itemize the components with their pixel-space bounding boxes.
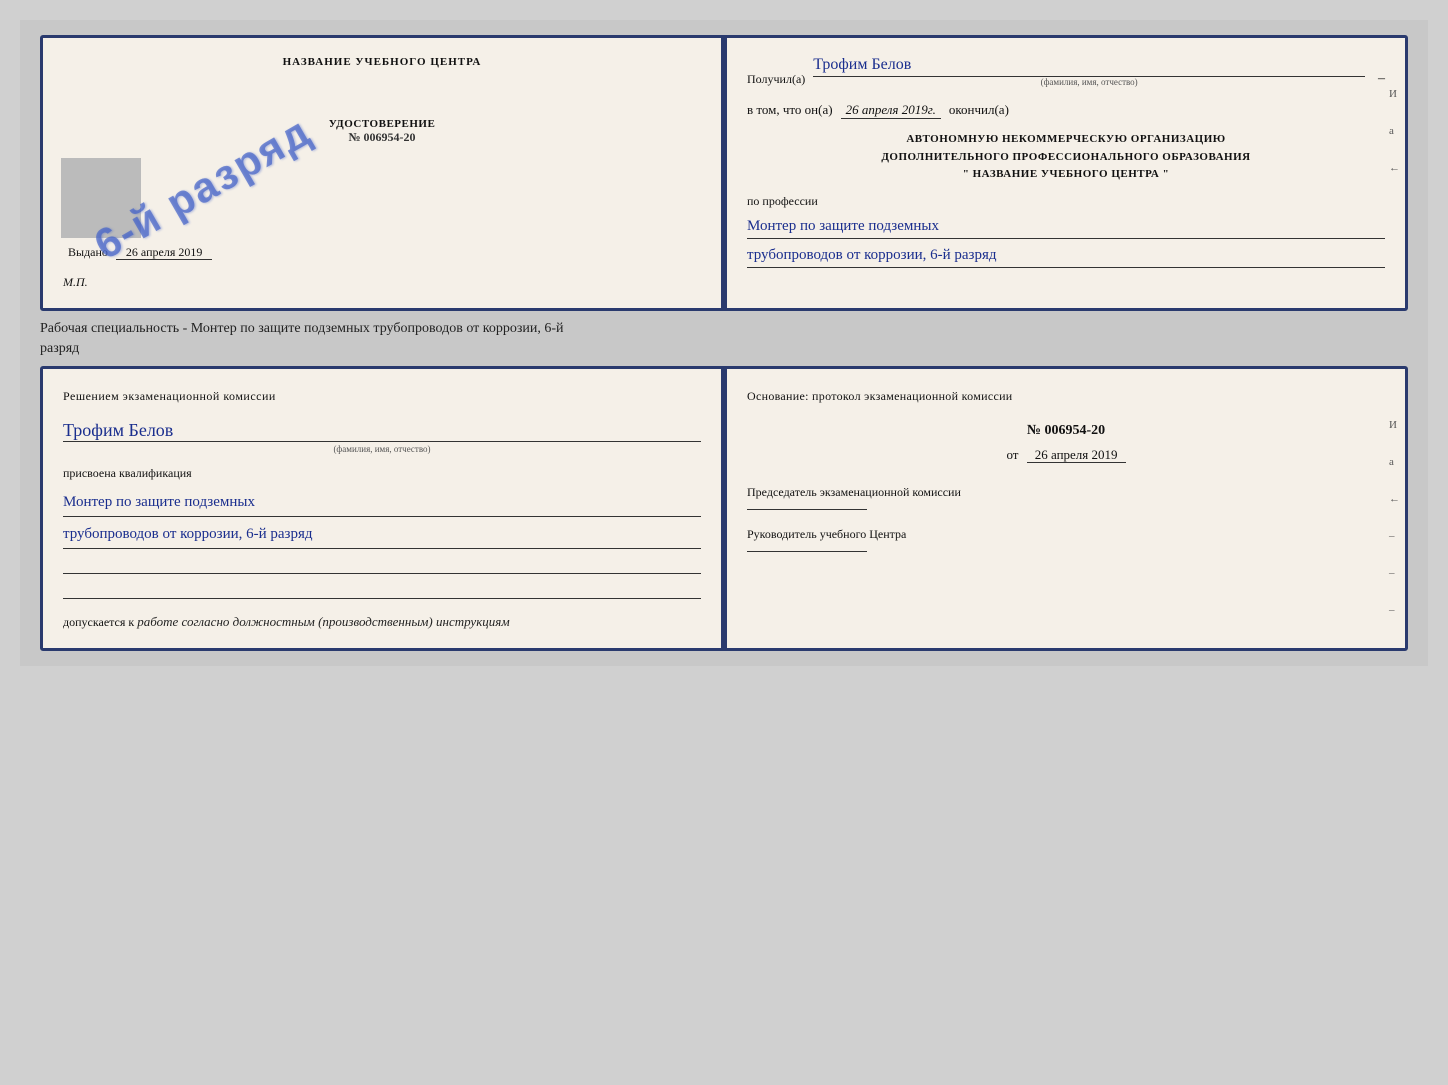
bottom-chairman-sig-line [747, 509, 867, 510]
bottom-right-osnov: Основание: протокол экзаменационной коми… [747, 387, 1385, 405]
bottom-side-char-1: И [1389, 419, 1400, 431]
bottom-section-title: Решением экзаменационной комиссии [63, 387, 701, 405]
bottom-qualification-line1: Монтер по защите подземных [63, 489, 701, 517]
bottom-chairman-title: Председатель экзаменационной комиссии [747, 483, 1385, 501]
top-certificate: НАЗВАНИЕ УЧЕБНОГО ЦЕНТРА 6-й разряд УДОС… [40, 35, 1408, 311]
side-char-1: И [1389, 88, 1400, 100]
bottom-допускается-value-text: работе согласно должностным (производств… [137, 614, 509, 629]
side-char-3: ← [1389, 162, 1400, 174]
cert-received-section: Получил(а) Трофим Белов (фамилия, имя, о… [747, 56, 1385, 87]
cert-date-value: 26 апреля 2019г. [841, 102, 941, 119]
cert-bottom-left-page: Решением экзаменационной комиссии Трофим… [43, 369, 727, 648]
cert-org-block: АВТОНОМНУЮ НЕКОММЕРЧЕСКУЮ ОРГАНИЗАЦИЮ ДО… [747, 131, 1385, 184]
bottom-qualification-line2: трубопроводов от коррозии, 6-й разряд [63, 521, 701, 549]
cert-org-line2: ДОПОЛНИТЕЛЬНОГО ПРОФЕССИОНАЛЬНОГО ОБРАЗО… [747, 149, 1385, 167]
cert-doc-section: УДОСТОВЕРЕНИЕ [63, 118, 701, 130]
bottom-director-section: Руководитель учебного Центра [747, 525, 1385, 552]
bottom-right-side-marks: И а ← – – – [1389, 419, 1400, 616]
cert-issued-label: Выдано [68, 245, 108, 259]
caption-line2: разряд [40, 341, 79, 356]
caption-line1: Рабочая специальность - Монтер по защите… [40, 321, 564, 336]
bottom-certificate: Решением экзаменационной комиссии Трофим… [40, 366, 1408, 651]
cert-received-sub: (фамилия, имя, отчество) [813, 77, 1365, 87]
cert-bottom-right-page: Основание: протокол экзаменационной коми… [727, 369, 1405, 648]
caption-text: Рабочая специальность - Монтер по защите… [40, 319, 1408, 358]
bottom-director-title: Руководитель учебного Центра [747, 525, 1385, 543]
cert-profession-value-line2: трубопроводов от коррозии, 6-й разряд [747, 243, 1385, 268]
cert-received-label: Получил(а) [747, 72, 805, 87]
bottom-side-char-2: а [1389, 456, 1400, 468]
cert-received-name: Трофим Белов [813, 56, 1365, 77]
bottom-right-number: № 006954-20 [747, 423, 1385, 439]
cert-top-right-page: Получил(а) Трофим Белов (фамилия, имя, о… [727, 38, 1405, 308]
bottom-side-char-6: – [1389, 604, 1400, 616]
cert-issued-date: 26 апреля 2019 [116, 245, 212, 260]
cert-date-label: в том, что он(а) [747, 102, 833, 118]
bottom-side-char-5: – [1389, 567, 1400, 579]
cert-top-left-page: НАЗВАНИЕ УЧЕБНОГО ЦЕНТРА 6-й разряд УДОС… [43, 38, 727, 308]
cert-photo-placeholder [61, 158, 141, 238]
bottom-name: Трофим Белов [63, 420, 701, 442]
cert-school-title: НАЗВАНИЕ УЧЕБНОГО ЦЕНТРА [63, 56, 701, 68]
bottom-chairman-section: Председатель экзаменационной комиссии [747, 483, 1385, 510]
cert-mp: М.П. [63, 275, 701, 290]
bottom-date-prefix: от [1006, 447, 1018, 462]
bottom-sig-line2 [63, 579, 701, 599]
cert-org-line1: АВТОНОМНУЮ НЕКОММЕРЧЕСКУЮ ОРГАНИЗАЦИЮ [747, 131, 1385, 149]
bottom-date-value: 26 апреля 2019 [1027, 447, 1126, 463]
page-container: НАЗВАНИЕ УЧЕБНОГО ЦЕНТРА 6-й разряд УДОС… [20, 20, 1428, 666]
cert-org-line3: " НАЗВАНИЕ УЧЕБНОГО ЦЕНТРА " [747, 166, 1385, 184]
bottom-допускается-label: допускается к [63, 615, 134, 629]
cert-profession-value-line1: Монтер по защите подземных [747, 214, 1385, 239]
cert-dash: – [1378, 71, 1385, 87]
cert-completed-label: окончил(а) [949, 102, 1009, 118]
bottom-допускается-section: допускается к работе согласно должностны… [63, 614, 701, 630]
bottom-side-char-4: – [1389, 530, 1400, 542]
bottom-director-sig-line [747, 551, 867, 552]
cert-profession-label: по профессии [747, 194, 1385, 209]
bottom-side-char-3: ← [1389, 493, 1400, 505]
bottom-name-sub: (фамилия, имя, отчество) [63, 444, 701, 454]
cert-date-section: в том, что он(а) 26 апреля 2019г. окончи… [747, 102, 1385, 119]
cert-doc-number: № 006954-20 [63, 130, 701, 145]
bottom-right-date-section: от 26 апреля 2019 [747, 447, 1385, 463]
side-char-2: а [1389, 125, 1400, 137]
cert-issued-line: Выдано 26 апреля 2019 [63, 245, 701, 260]
bottom-допускается-value: работе согласно должностным (производств… [137, 614, 509, 629]
bottom-sig-line1 [63, 554, 701, 574]
bottom-assigned-label: присвоена квалификация [63, 466, 701, 481]
cert-right-side-marks: И а ← [1389, 88, 1400, 174]
